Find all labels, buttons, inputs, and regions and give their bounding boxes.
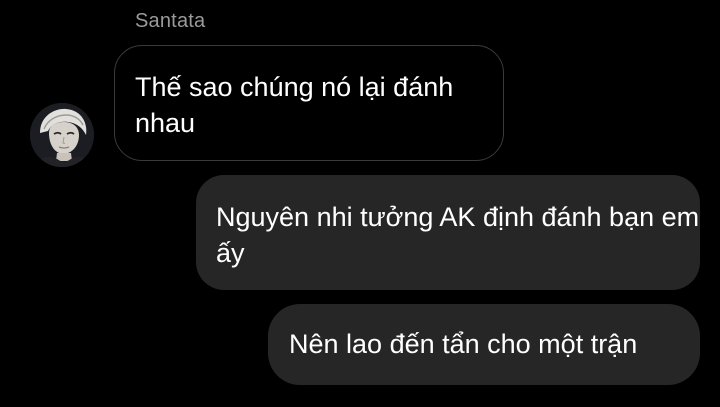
message-text: Thế sao chúng nó lại đánh nhau bbox=[135, 72, 454, 138]
message-text: Nên lao đến tẩn cho một trận bbox=[289, 329, 638, 359]
sender-name: Santata bbox=[135, 10, 206, 32]
profile-photo-icon bbox=[30, 103, 94, 167]
avatar[interactable] bbox=[30, 103, 94, 167]
outgoing-message-bubble[interactable]: Nên lao đến tẩn cho một trận bbox=[268, 304, 700, 385]
outgoing-message-bubble[interactable]: Nguyên nhi tưởng AK định đánh bạn em ấy bbox=[196, 175, 700, 290]
message-text: Nguyên nhi tưởng AK định đánh bạn em ấy bbox=[216, 202, 700, 268]
incoming-message-bubble[interactable]: Thế sao chúng nó lại đánh nhau bbox=[114, 45, 504, 161]
